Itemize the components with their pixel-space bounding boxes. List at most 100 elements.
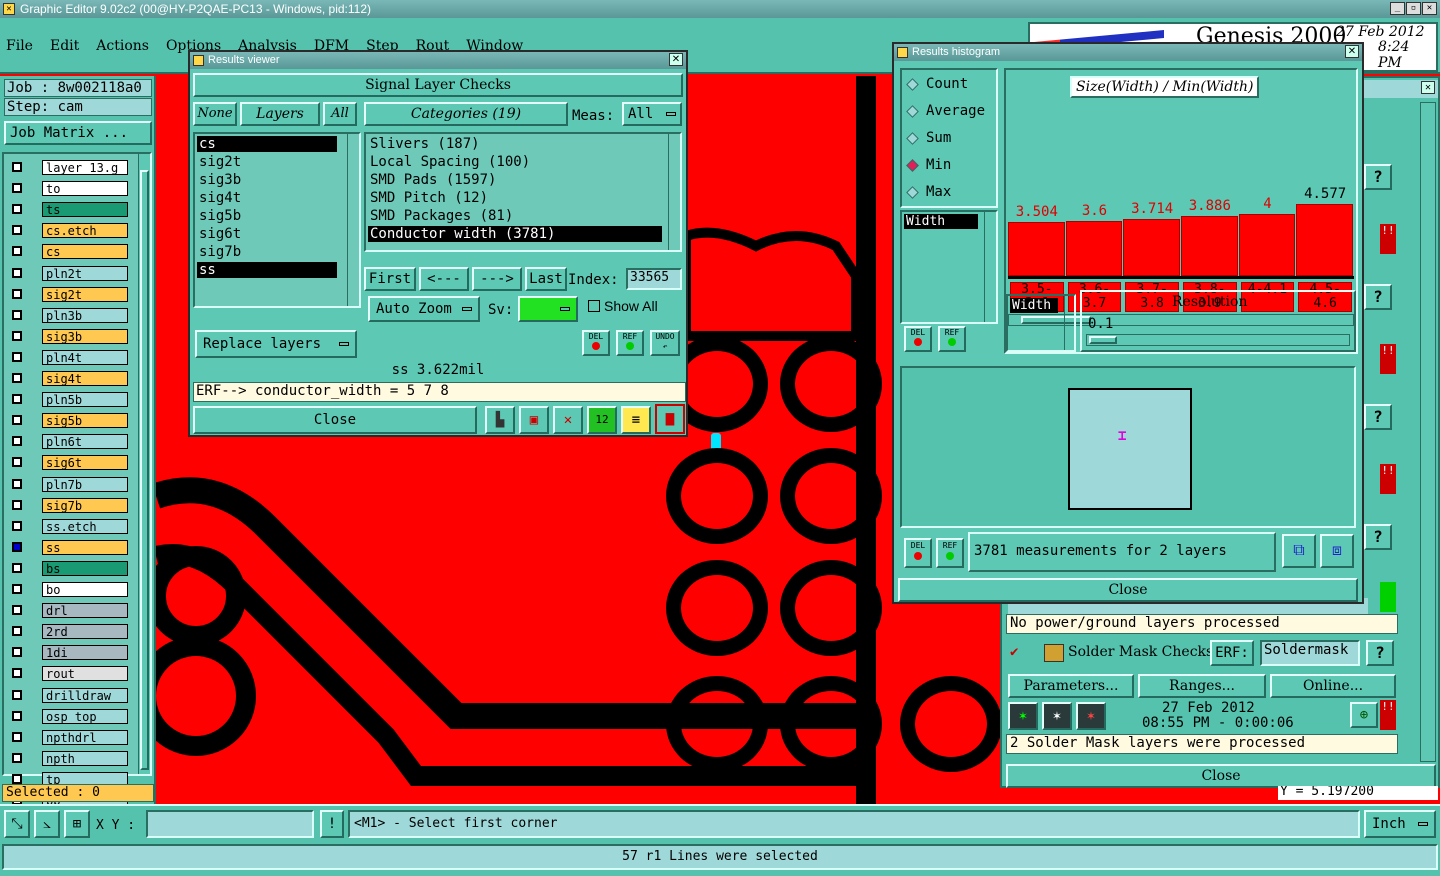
undo-button[interactable]: UNDO ↶ bbox=[650, 330, 680, 356]
histogram-bar[interactable] bbox=[1008, 222, 1065, 276]
layer-checkbox[interactable] bbox=[12, 288, 22, 299]
layer-row[interactable]: drl bbox=[10, 603, 128, 619]
histogram-bar[interactable] bbox=[1238, 214, 1296, 276]
layer-row[interactable]: sig6t bbox=[10, 455, 128, 471]
layer-checkbox[interactable] bbox=[12, 204, 22, 215]
width-attr-scrollbar[interactable] bbox=[1064, 296, 1074, 350]
layer-row[interactable]: cs.etch bbox=[10, 223, 128, 239]
hist-ref-button[interactable]: REF bbox=[938, 326, 966, 352]
first-button[interactable]: First bbox=[364, 267, 416, 291]
layer-row[interactable]: npth bbox=[10, 750, 128, 766]
layer-row[interactable]: osp_top bbox=[10, 708, 128, 724]
help-button-4[interactable]: ? bbox=[1364, 524, 1392, 550]
prev-button[interactable]: <--- bbox=[419, 267, 469, 291]
category-item[interactable]: Conductor width (3781) bbox=[368, 226, 662, 242]
close-window-button[interactable]: ✕ bbox=[1422, 2, 1437, 15]
help-button-5[interactable]: ? bbox=[1366, 640, 1394, 666]
mode-option[interactable]: Average bbox=[904, 101, 994, 121]
layer-row[interactable]: sig3b bbox=[10, 328, 128, 344]
menu-item[interactable]: Actions bbox=[96, 38, 149, 58]
delete-layer-icon[interactable]: ✕ bbox=[553, 406, 583, 434]
maximize-button[interactable]: ▫ bbox=[1406, 2, 1421, 15]
layer-row[interactable]: layer_13.g bbox=[10, 160, 128, 175]
layer-row[interactable]: pln2t bbox=[10, 265, 128, 281]
online-button[interactable]: Online... bbox=[1270, 674, 1396, 698]
layer-checkbox[interactable] bbox=[12, 478, 22, 489]
layer-row[interactable]: ts bbox=[10, 202, 128, 218]
mode-option[interactable]: Count bbox=[904, 74, 994, 94]
ref-button[interactable]: REF bbox=[616, 330, 644, 356]
show-all-checkbox[interactable] bbox=[588, 300, 600, 312]
results-viewer-close-button[interactable]: Close bbox=[193, 406, 477, 434]
categories-button[interactable]: Categories (19) bbox=[364, 102, 568, 126]
layer-row[interactable]: ss bbox=[10, 539, 128, 555]
layer-checkbox[interactable] bbox=[12, 562, 22, 573]
replace-layers-select[interactable]: Replace layers bbox=[195, 330, 357, 358]
layer-row[interactable]: bs bbox=[10, 560, 128, 576]
erf-field[interactable]: Soldermask bbox=[1260, 640, 1360, 666]
result-layer-item[interactable]: sig5b bbox=[197, 208, 337, 224]
layer-row[interactable]: sig7b bbox=[10, 497, 128, 513]
layer-row[interactable]: pln6t bbox=[10, 434, 128, 450]
category-item[interactable]: Slivers (187) bbox=[368, 136, 662, 152]
results-viewer-close-x[interactable]: ✕ bbox=[669, 53, 683, 66]
checks-close-button[interactable]: Close bbox=[1006, 764, 1436, 788]
result-layer-item[interactable]: cs bbox=[197, 136, 337, 152]
layer-row[interactable]: rout bbox=[10, 666, 128, 682]
layer-checkbox[interactable] bbox=[12, 773, 22, 784]
layer-checkbox[interactable] bbox=[12, 457, 22, 468]
histogram-bar[interactable] bbox=[1181, 216, 1238, 276]
layer-checkbox[interactable] bbox=[12, 647, 22, 658]
snap-tool-icon[interactable]: ⤡ bbox=[4, 810, 30, 838]
histogram-icon[interactable]: ▆ bbox=[655, 404, 685, 434]
layer-checkbox[interactable] bbox=[12, 436, 22, 447]
layers-button[interactable]: Layers bbox=[240, 102, 320, 126]
mode-option[interactable]: Min bbox=[904, 155, 994, 175]
result-layer-item[interactable]: ss bbox=[197, 262, 337, 278]
layer-checkbox[interactable] bbox=[12, 309, 22, 320]
auto-zoom-select[interactable]: Auto Zoom bbox=[368, 296, 480, 322]
highlight-tool-icon[interactable]: ▣ bbox=[519, 406, 549, 434]
layer-checkbox[interactable] bbox=[12, 626, 22, 637]
layer-checkbox[interactable] bbox=[12, 541, 22, 552]
checks-scrollbar[interactable] bbox=[1420, 102, 1436, 762]
meas-select[interactable]: All bbox=[622, 102, 682, 126]
index-field[interactable]: 33565 bbox=[626, 268, 682, 290]
mode-option[interactable]: Sum bbox=[904, 128, 994, 148]
layer-row[interactable]: pln3b bbox=[10, 307, 128, 323]
layer-scrollbar[interactable] bbox=[138, 154, 150, 774]
layer-row[interactable]: sig2t bbox=[10, 286, 128, 302]
layer-checkbox[interactable] bbox=[12, 605, 22, 616]
help-button-3[interactable]: ? bbox=[1364, 404, 1392, 430]
category-scrollbar[interactable] bbox=[668, 134, 680, 250]
layer-row[interactable]: to bbox=[10, 181, 128, 197]
result-layer-item[interactable]: sig7b bbox=[197, 244, 337, 260]
severity-color-select[interactable] bbox=[518, 296, 578, 322]
run-icon-3[interactable]: ✶ bbox=[1076, 702, 1106, 730]
mode-option[interactable]: Max bbox=[904, 182, 994, 202]
width-item[interactable]: Width bbox=[904, 214, 978, 229]
zoom-icon[interactable]: ⊕ bbox=[1350, 702, 1378, 728]
layer-checkbox[interactable] bbox=[12, 731, 22, 742]
job-matrix-button[interactable]: Job Matrix ... bbox=[4, 121, 152, 145]
category-item[interactable]: SMD Pitch (12) bbox=[368, 190, 662, 206]
layer-checkbox[interactable] bbox=[12, 668, 22, 679]
zoom-to-measurement-icon[interactable]: ⧉ bbox=[1282, 534, 1316, 568]
report-icon[interactable]: ≡ bbox=[621, 406, 651, 434]
result-layer-item[interactable]: sig4t bbox=[197, 190, 337, 206]
layer-results-scrollbar[interactable] bbox=[347, 134, 359, 306]
layer-checkbox[interactable] bbox=[12, 499, 22, 510]
layer-row[interactable]: 1di bbox=[10, 645, 128, 661]
select-tool-icon[interactable]: ▙ bbox=[485, 406, 515, 434]
result-layer-item[interactable]: sig2t bbox=[197, 154, 337, 170]
help-button-1[interactable]: ? bbox=[1364, 164, 1392, 190]
layer-row[interactable]: 2rd bbox=[10, 624, 128, 640]
last-button[interactable]: Last bbox=[525, 267, 567, 291]
histogram-close-button[interactable]: Close bbox=[898, 578, 1358, 602]
preview-del-button[interactable]: DEL bbox=[904, 538, 932, 568]
layer-row[interactable]: drilldraw bbox=[10, 687, 128, 703]
help-button-2[interactable]: ? bbox=[1364, 284, 1392, 310]
parameters-button[interactable]: Parameters... bbox=[1008, 674, 1134, 698]
layer-row[interactable]: cs bbox=[10, 244, 128, 260]
layer-row[interactable]: pln5b bbox=[10, 392, 128, 408]
